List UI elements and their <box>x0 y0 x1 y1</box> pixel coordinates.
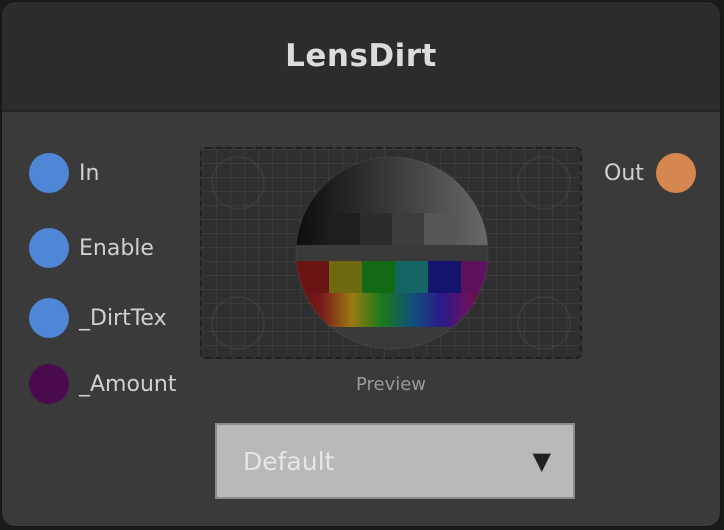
mode-dropdown[interactable]: Default ▼ <box>215 423 575 499</box>
port-dirttex-label: _DirtTex <box>79 305 167 331</box>
node-header[interactable]: LensDirt <box>2 2 720 112</box>
port-in-dot[interactable] <box>29 153 69 193</box>
preview-caption: Preview <box>355 374 427 395</box>
output-port-out[interactable]: Out <box>604 153 696 193</box>
preview-image <box>200 147 582 359</box>
node-title: LensDirt <box>285 38 437 74</box>
port-amount-label: _Amount <box>79 371 177 397</box>
input-port-amount[interactable]: _Amount <box>29 364 176 404</box>
port-out-dot[interactable] <box>655 153 696 193</box>
port-dirttex-dot[interactable] <box>29 298 69 338</box>
input-port-in[interactable]: In <box>29 153 99 193</box>
dropdown-arrow-icon[interactable]: ▼ <box>533 447 551 475</box>
node-panel[interactable]: LensDirt In Enable _DirtTex _Amount Out <box>1 1 721 527</box>
input-port-dirttex[interactable]: _DirtTex <box>29 298 167 338</box>
port-out-label: Out <box>604 160 644 186</box>
input-port-enable[interactable]: Enable <box>29 228 154 268</box>
port-enable-label: Enable <box>79 235 154 261</box>
port-enable-dot[interactable] <box>29 228 69 268</box>
port-amount-dot[interactable] <box>29 364 69 404</box>
port-in-label: In <box>79 160 100 186</box>
dropdown-selected-value: Default <box>243 446 335 476</box>
test-pattern-image <box>211 156 571 350</box>
